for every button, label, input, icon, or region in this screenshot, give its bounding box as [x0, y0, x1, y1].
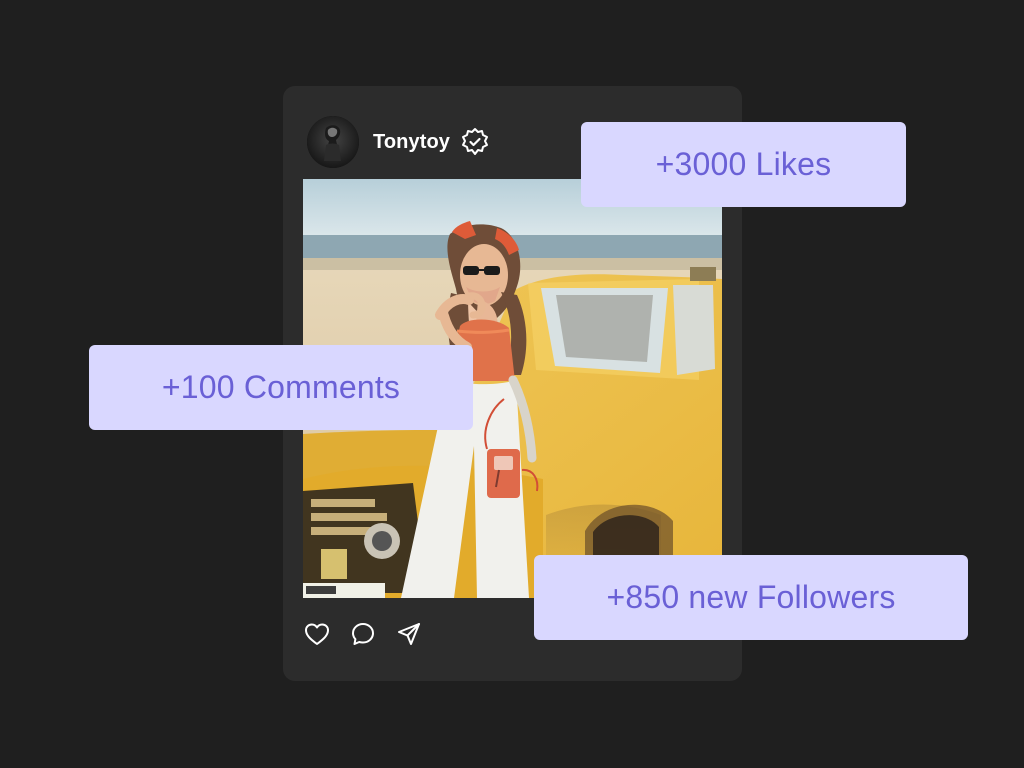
send-icon[interactable] — [395, 620, 423, 648]
stage: Tonytoy +3000 Likes +100 Comments +850 n… — [0, 0, 1024, 768]
comment-icon[interactable] — [349, 620, 377, 648]
post-header: Tonytoy — [307, 116, 490, 168]
username-wrap: Tonytoy — [373, 127, 490, 157]
username[interactable]: Tonytoy — [373, 132, 450, 152]
verified-badge-icon — [460, 127, 490, 157]
followers-tag: +850 new Followers — [534, 555, 968, 640]
post-actions — [303, 620, 423, 648]
comments-tag: +100 Comments — [89, 345, 473, 430]
heart-icon[interactable] — [303, 620, 331, 648]
likes-tag: +3000 Likes — [581, 122, 906, 207]
avatar[interactable] — [307, 116, 359, 168]
